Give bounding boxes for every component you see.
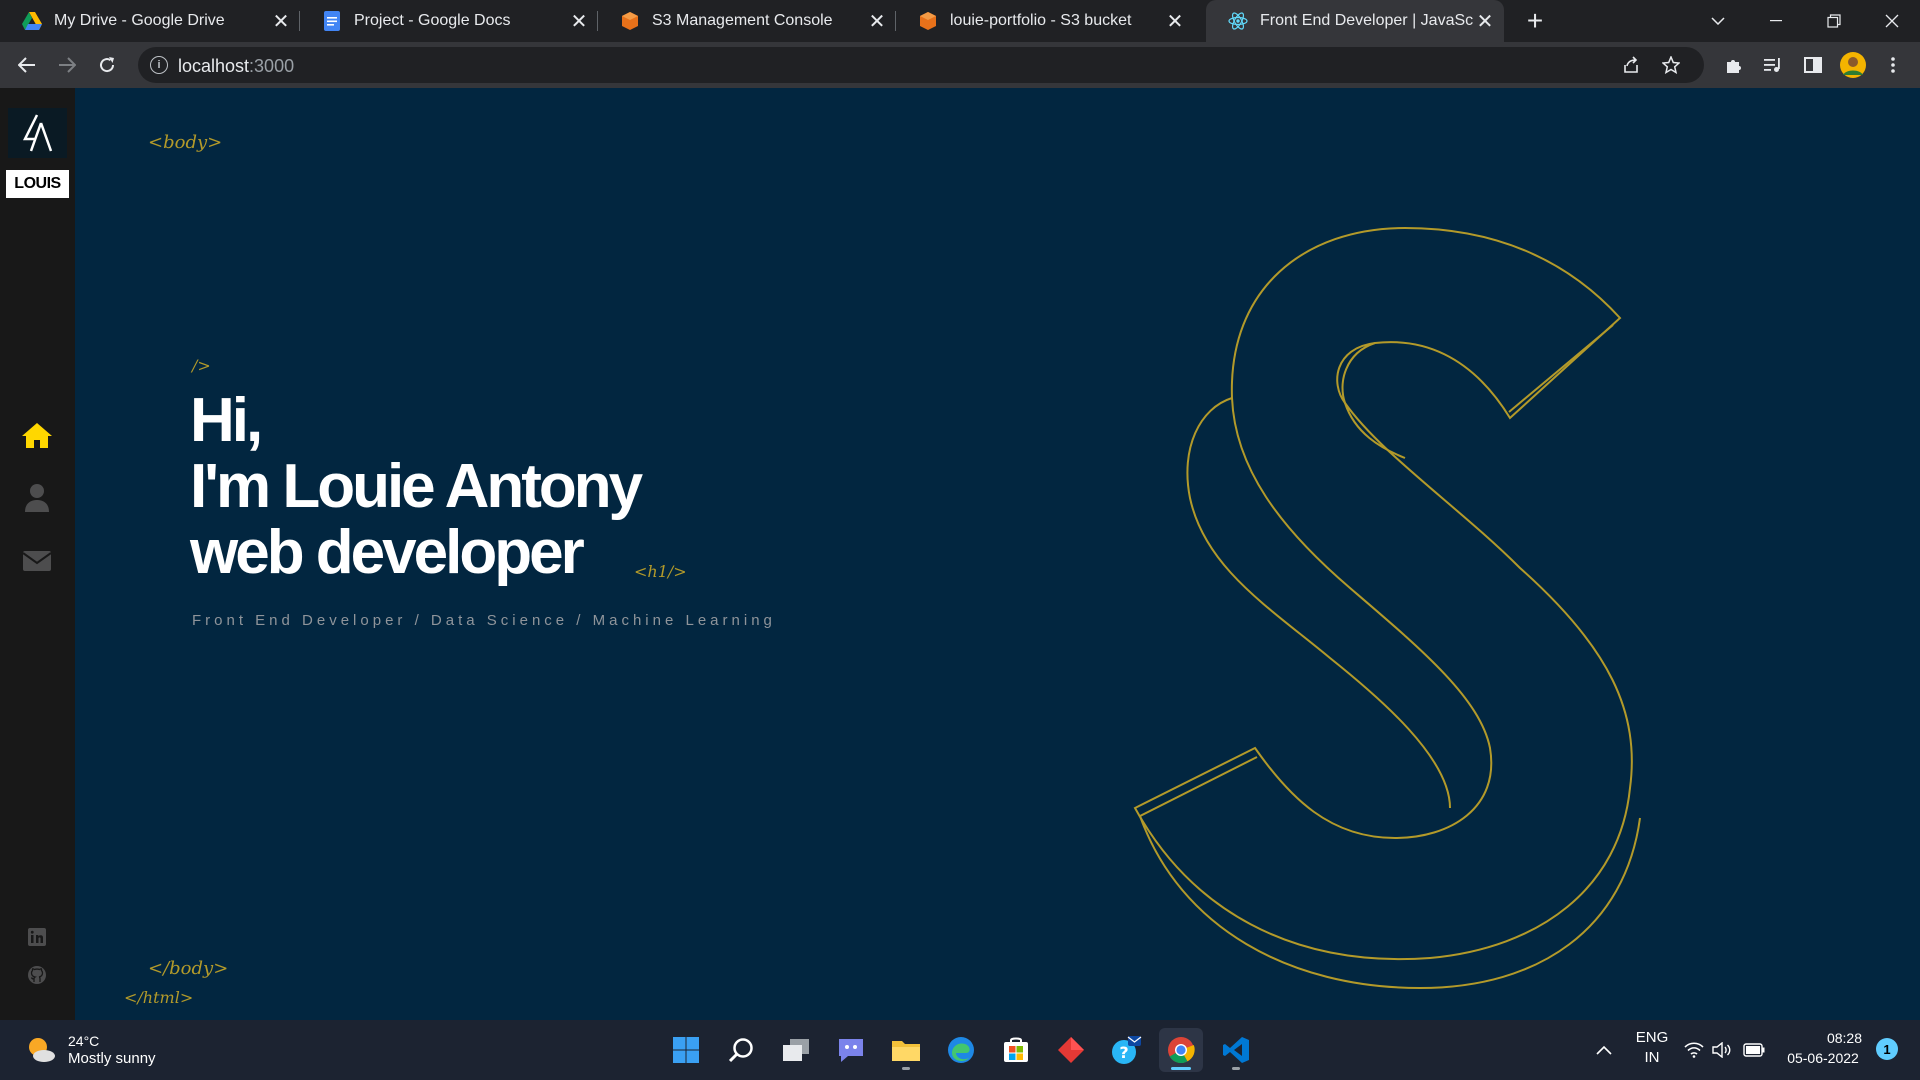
body-close-tag: </body> xyxy=(148,958,229,979)
browser-toolbar: i localhost:3000 xyxy=(0,42,1920,88)
clock[interactable]: 08:28 05-06-2022 xyxy=(1778,1028,1868,1068)
hero-subtitle: Front End Developer / Data Science / Mac… xyxy=(192,612,776,629)
edge-icon[interactable] xyxy=(939,1028,983,1072)
tab-title: My Drive - Google Drive xyxy=(54,12,225,29)
notification-badge[interactable]: 1 xyxy=(1876,1038,1898,1060)
volume-icon[interactable] xyxy=(1710,1038,1734,1062)
extensions-icon[interactable] xyxy=(1718,50,1748,80)
address-bar[interactable]: i localhost:3000 xyxy=(138,47,1704,83)
close-tab-icon[interactable]: ✕ xyxy=(866,10,888,33)
portfolio-page: LOUIS <body> /> Hi, I'm Louie Antony web… xyxy=(0,88,1920,1020)
browser-tab-strip: My Drive - Google Drive ✕ Project - Goog… xyxy=(0,0,1920,42)
partly-sunny-icon xyxy=(26,1035,56,1065)
vscode-icon[interactable] xyxy=(1214,1028,1258,1072)
close-window-icon[interactable] xyxy=(1864,0,1920,42)
hero-greeting: Hi, xyxy=(190,386,263,455)
linkedin-icon[interactable] xyxy=(26,926,48,948)
task-view-icon[interactable] xyxy=(774,1028,818,1072)
chevron-up-icon[interactable] xyxy=(1592,1038,1616,1062)
wifi-icon[interactable] xyxy=(1682,1038,1706,1062)
back-icon[interactable] xyxy=(12,50,42,80)
clock-time: 08:28 xyxy=(1826,1030,1862,1046)
tab-google-docs[interactable]: Project - Google Docs ✕ xyxy=(300,0,598,42)
close-tab-icon[interactable]: ✕ xyxy=(270,10,292,33)
windows-start-icon[interactable] xyxy=(664,1028,708,1072)
google-drive-icon xyxy=(22,11,42,31)
tab-title: louie-portfolio - S3 bucket xyxy=(950,12,1132,29)
tab-title: S3 Management Console xyxy=(652,12,833,29)
active-indicator xyxy=(1171,1067,1191,1070)
bookmark-star-icon[interactable] xyxy=(1656,50,1686,80)
mail-app-icon[interactable]: ? xyxy=(1104,1028,1148,1072)
google-docs-icon xyxy=(322,11,342,31)
chrome-icon[interactable] xyxy=(1159,1028,1203,1072)
tab-title: Front End Developer | JavaScript xyxy=(1260,12,1474,29)
svg-text:?: ? xyxy=(1119,1043,1128,1062)
url-text: localhost:3000 xyxy=(178,56,295,76)
reload-icon[interactable] xyxy=(92,50,122,80)
logo-wordmark[interactable]: LOUIS xyxy=(6,170,69,198)
hero-role: web developer xyxy=(190,518,585,587)
html-close-tag: </html> xyxy=(124,988,194,1007)
aws-icon xyxy=(620,11,640,31)
windows-taskbar: 24°C Mostly sunny ? ENG IN 08:28 05-06-2… xyxy=(0,1020,1920,1080)
sidebar-nav: LOUIS xyxy=(0,88,75,1020)
body-open-tag: <body> xyxy=(148,132,223,153)
tab-title: Project - Google Docs xyxy=(354,12,511,29)
new-tab-button[interactable]: + xyxy=(1520,5,1550,36)
site-info-icon[interactable]: i xyxy=(150,56,168,74)
git-icon[interactable] xyxy=(1049,1028,1093,1072)
close-tab-icon[interactable]: ✕ xyxy=(1164,10,1186,33)
search-icon[interactable] xyxy=(719,1028,763,1072)
h1-open-tag: /> xyxy=(192,356,211,375)
weather-description: Mostly sunny xyxy=(68,1050,156,1067)
close-tab-icon[interactable]: ✕ xyxy=(568,10,590,33)
forward-icon[interactable] xyxy=(52,50,82,80)
browser-menu-icon[interactable] xyxy=(1878,50,1908,80)
logo-mark[interactable] xyxy=(8,108,67,158)
close-tab-icon[interactable]: ✕ xyxy=(1474,10,1496,33)
outlined-s-logo xyxy=(1133,226,1641,990)
home-icon[interactable] xyxy=(18,416,56,454)
share-icon[interactable] xyxy=(1616,50,1646,80)
battery-icon[interactable] xyxy=(1742,1038,1766,1062)
github-icon[interactable] xyxy=(26,964,48,986)
side-panel-icon[interactable] xyxy=(1798,50,1828,80)
tab-search-icon[interactable] xyxy=(1690,0,1746,42)
running-indicator xyxy=(1232,1067,1240,1070)
minimize-icon[interactable] xyxy=(1748,0,1804,42)
hero-name: I'm Louie Antony xyxy=(190,452,643,521)
tab-s3-bucket[interactable]: louie-portfolio - S3 bucket ✕ xyxy=(896,0,1194,42)
store-icon[interactable] xyxy=(994,1028,1038,1072)
tab-google-drive[interactable]: My Drive - Google Drive ✕ xyxy=(0,0,300,42)
weather-temperature: 24°C xyxy=(68,1033,100,1049)
weather-widget[interactable]: 24°C Mostly sunny xyxy=(26,1032,156,1068)
mail-icon[interactable] xyxy=(18,542,56,580)
user-icon[interactable] xyxy=(18,479,56,517)
clock-date: 05-06-2022 xyxy=(1787,1050,1859,1066)
running-indicator xyxy=(902,1067,910,1070)
language-indicator[interactable]: ENG IN xyxy=(1632,1028,1672,1068)
aws-icon xyxy=(918,11,938,31)
teams-chat-icon[interactable] xyxy=(829,1028,873,1072)
restore-icon[interactable] xyxy=(1806,0,1862,42)
profile-avatar[interactable] xyxy=(1838,50,1868,80)
tab-s3-console[interactable]: S3 Management Console ✕ xyxy=(598,0,896,42)
file-explorer-icon[interactable] xyxy=(884,1028,928,1072)
tab-portfolio[interactable]: Front End Developer | JavaScript ✕ xyxy=(1206,0,1504,42)
h1-close-tag: <h1/> xyxy=(634,562,687,581)
react-icon xyxy=(1228,11,1248,31)
media-queue-icon[interactable] xyxy=(1758,50,1788,80)
